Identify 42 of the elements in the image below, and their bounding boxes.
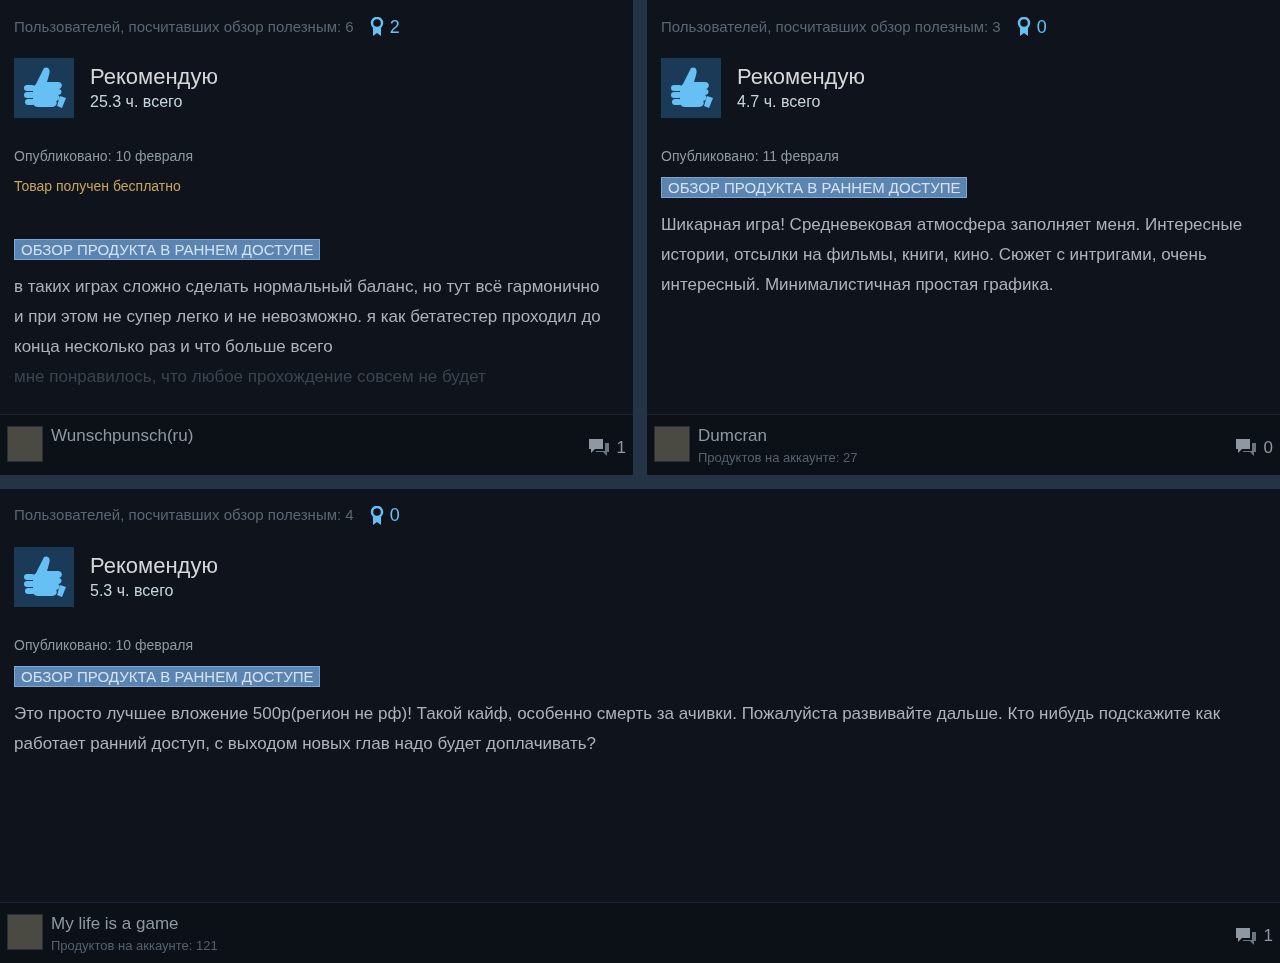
verdict-title: Рекомендую (90, 551, 218, 580)
author-name[interactable]: Wunschpunsch(ru) (51, 425, 194, 446)
author-name[interactable]: Dumcran (698, 425, 858, 446)
comments-icon (586, 437, 611, 458)
awards-indicator[interactable]: 2 (369, 13, 400, 41)
award-ribbon-icon (1016, 17, 1031, 37)
thumbs-up-icon (14, 546, 74, 607)
avatar-placeholder[interactable] (654, 425, 690, 462)
products-count-text: Продуктов на аккаунте: 121 (51, 937, 218, 955)
early-access-tag: ОБЗОР ПРОДУКТА В РАННЕМ ДОСТУПЕ (14, 665, 321, 687)
comments-counter[interactable]: 1 (1233, 923, 1273, 949)
helpful-count-text: Пользователей, посчитавших обзор полезным: 6 (14, 16, 354, 37)
early-access-tag: ОБЗОР ПРОДУКТА В РАННЕМ ДОСТУПЕ (14, 239, 321, 260)
award-ribbon-icon (369, 17, 384, 37)
playtime-text: 5.3 ч. всего (90, 580, 175, 601)
posted-date: Опубликовано: 10 февраля (14, 635, 194, 655)
free-product-note: Товар получен бесплатно (14, 177, 182, 196)
thumbs-up-icon (661, 58, 721, 118)
award-ribbon-icon (369, 505, 384, 526)
comments-counter[interactable]: 1 (586, 434, 626, 460)
helpful-count-text: Пользователей, посчитавших обзор полезным: 3 (661, 16, 1001, 37)
helpful-count-text: Пользователей, посчитавших обзор полезным: 4 (14, 505, 354, 526)
avatar-placeholder[interactable] (7, 914, 43, 950)
comments-counter[interactable]: 0 (1233, 434, 1273, 460)
comments-icon (1233, 925, 1258, 946)
early-access-tag: ОБЗОР ПРОДУКТА В РАННЕМ ДОСТУПЕ (661, 177, 968, 198)
comments-icon (1233, 437, 1258, 458)
posted-date: Опубликовано: 11 февраля (661, 147, 840, 166)
author-name[interactable]: My life is a game (51, 914, 218, 934)
verdict-title: Рекомендую (90, 63, 218, 91)
review-text: Шикарная игра! Средневековая атмосфера заполняет меня. Интересные истории, отсылки на фильмы, книги, кино. Сюжет с интригами, очень интересный. Минималистичная простая графика. (661, 214, 1244, 296)
posted-date: Опубликовано: 10 февраля (14, 147, 194, 166)
avatar-placeholder[interactable] (7, 425, 43, 462)
awards-indicator[interactable]: 0 (369, 502, 400, 529)
playtime-text: 4.7 ч. всего (737, 92, 822, 112)
thumbs-up-icon (14, 58, 74, 118)
review-text: в таких играх сложно сделать нормальный баланс, но тут всё гармонично и при этом не супер легко и не невозможно. я как бетатестер проходил до конца несколько раз и что больше всего (14, 276, 602, 358)
products-count-text: Продуктов на аккаунте: 27 (698, 448, 858, 467)
verdict-title: Рекомендую (737, 63, 865, 91)
review-text: Это просто лучшее вложение 500р(регион не рф)! Такой кайф, особенно смерть за ачивки. Пожалуйста развивайте дальше. Кто нибудь подскажите как работает ранний доступ, с выходом новых глав надо будет доплачивать? (14, 702, 1222, 755)
awards-indicator[interactable]: 0 (1016, 13, 1047, 41)
playtime-text: 25.3 ч. всего (90, 92, 184, 112)
